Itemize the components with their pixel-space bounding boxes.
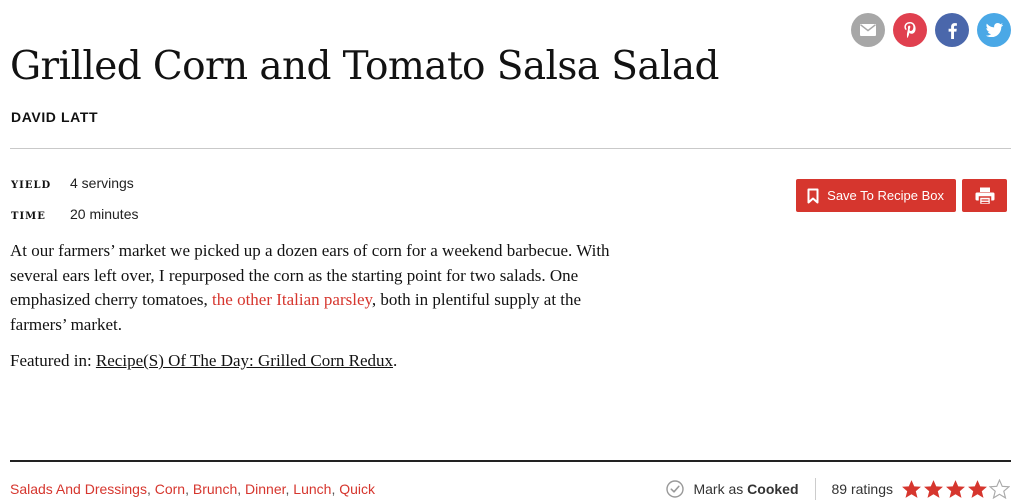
yield-label: YIELD [11, 180, 52, 191]
featured-article-link[interactable]: Recipe(S) Of The Day: Grilled Corn Redux [96, 351, 393, 370]
time-label: TIME [11, 211, 46, 222]
star-rating[interactable] [901, 479, 1010, 499]
tag-separator: , [146, 481, 155, 497]
tag-separator: , [185, 481, 193, 497]
tag-separator: , [237, 481, 246, 497]
time-value: 20 minutes [70, 206, 139, 222]
intro-link[interactable]: the other Italian parsley [212, 290, 372, 309]
printer-icon [975, 187, 994, 205]
print-button[interactable] [962, 179, 1007, 212]
mark-cooked-bold: Cooked [747, 481, 799, 497]
share-bar [851, 13, 1011, 47]
pinterest-icon [904, 22, 916, 38]
email-share-button[interactable] [851, 13, 885, 47]
ratings: 89 ratings [832, 479, 1010, 499]
tag-link[interactable]: Salads And Dressings [10, 481, 147, 497]
tag-link[interactable]: Corn [155, 481, 185, 497]
save-to-recipe-box-button[interactable]: Save To Recipe Box [796, 179, 956, 212]
star-filled-icon [946, 480, 965, 498]
featured-in: Featured in: Recipe(S) Of The Day: Grill… [10, 351, 397, 371]
tag-link[interactable]: Lunch [293, 481, 331, 497]
star-filled-icon [968, 480, 987, 498]
star-filled-icon [902, 480, 921, 498]
mark-as-cooked-label: Mark as Cooked [693, 481, 798, 497]
recipe-introduction: At our farmers’ market we picked up a do… [10, 239, 610, 337]
star-filled-icon [924, 480, 943, 498]
facebook-icon [948, 22, 957, 39]
mark-as-cooked-button[interactable]: Mark as Cooked [666, 480, 814, 498]
recipe-tags: Salads And Dressings, Corn, Brunch, Dinn… [10, 481, 375, 497]
checkmark-circle-icon [666, 480, 685, 498]
time-row: TIME 20 minutes [11, 206, 138, 222]
recipe-actions: Save To Recipe Box [796, 179, 1007, 212]
footer-separator [814, 478, 816, 500]
tag-link[interactable]: Dinner [245, 481, 285, 497]
star-empty-icon [989, 479, 1010, 499]
mark-prefix: Mark as [693, 481, 748, 497]
tag-link[interactable]: Quick [339, 481, 375, 497]
facebook-share-button[interactable] [935, 13, 969, 47]
bookmark-icon [807, 188, 819, 203]
twitter-share-button[interactable] [977, 13, 1011, 47]
email-icon [860, 24, 876, 36]
footer-actions: Mark as Cooked 89 ratings [666, 478, 1010, 500]
ratings-count: 89 ratings [831, 481, 893, 497]
featured-suffix: . [393, 351, 398, 370]
footer-divider [10, 460, 1011, 462]
yield-row: YIELD 4 servings [11, 175, 134, 191]
twitter-icon [985, 23, 1003, 37]
featured-prefix: Featured in: [10, 351, 96, 370]
yield-value: 4 servings [70, 175, 134, 191]
page-title: Grilled Corn and Tomato Salsa Salad [10, 44, 719, 89]
tag-link[interactable]: Brunch [193, 481, 237, 497]
author-name[interactable]: DAVID LATT [11, 109, 98, 125]
save-button-label: Save To Recipe Box [827, 188, 944, 203]
header-divider [10, 148, 1011, 149]
pinterest-share-button[interactable] [893, 13, 927, 47]
